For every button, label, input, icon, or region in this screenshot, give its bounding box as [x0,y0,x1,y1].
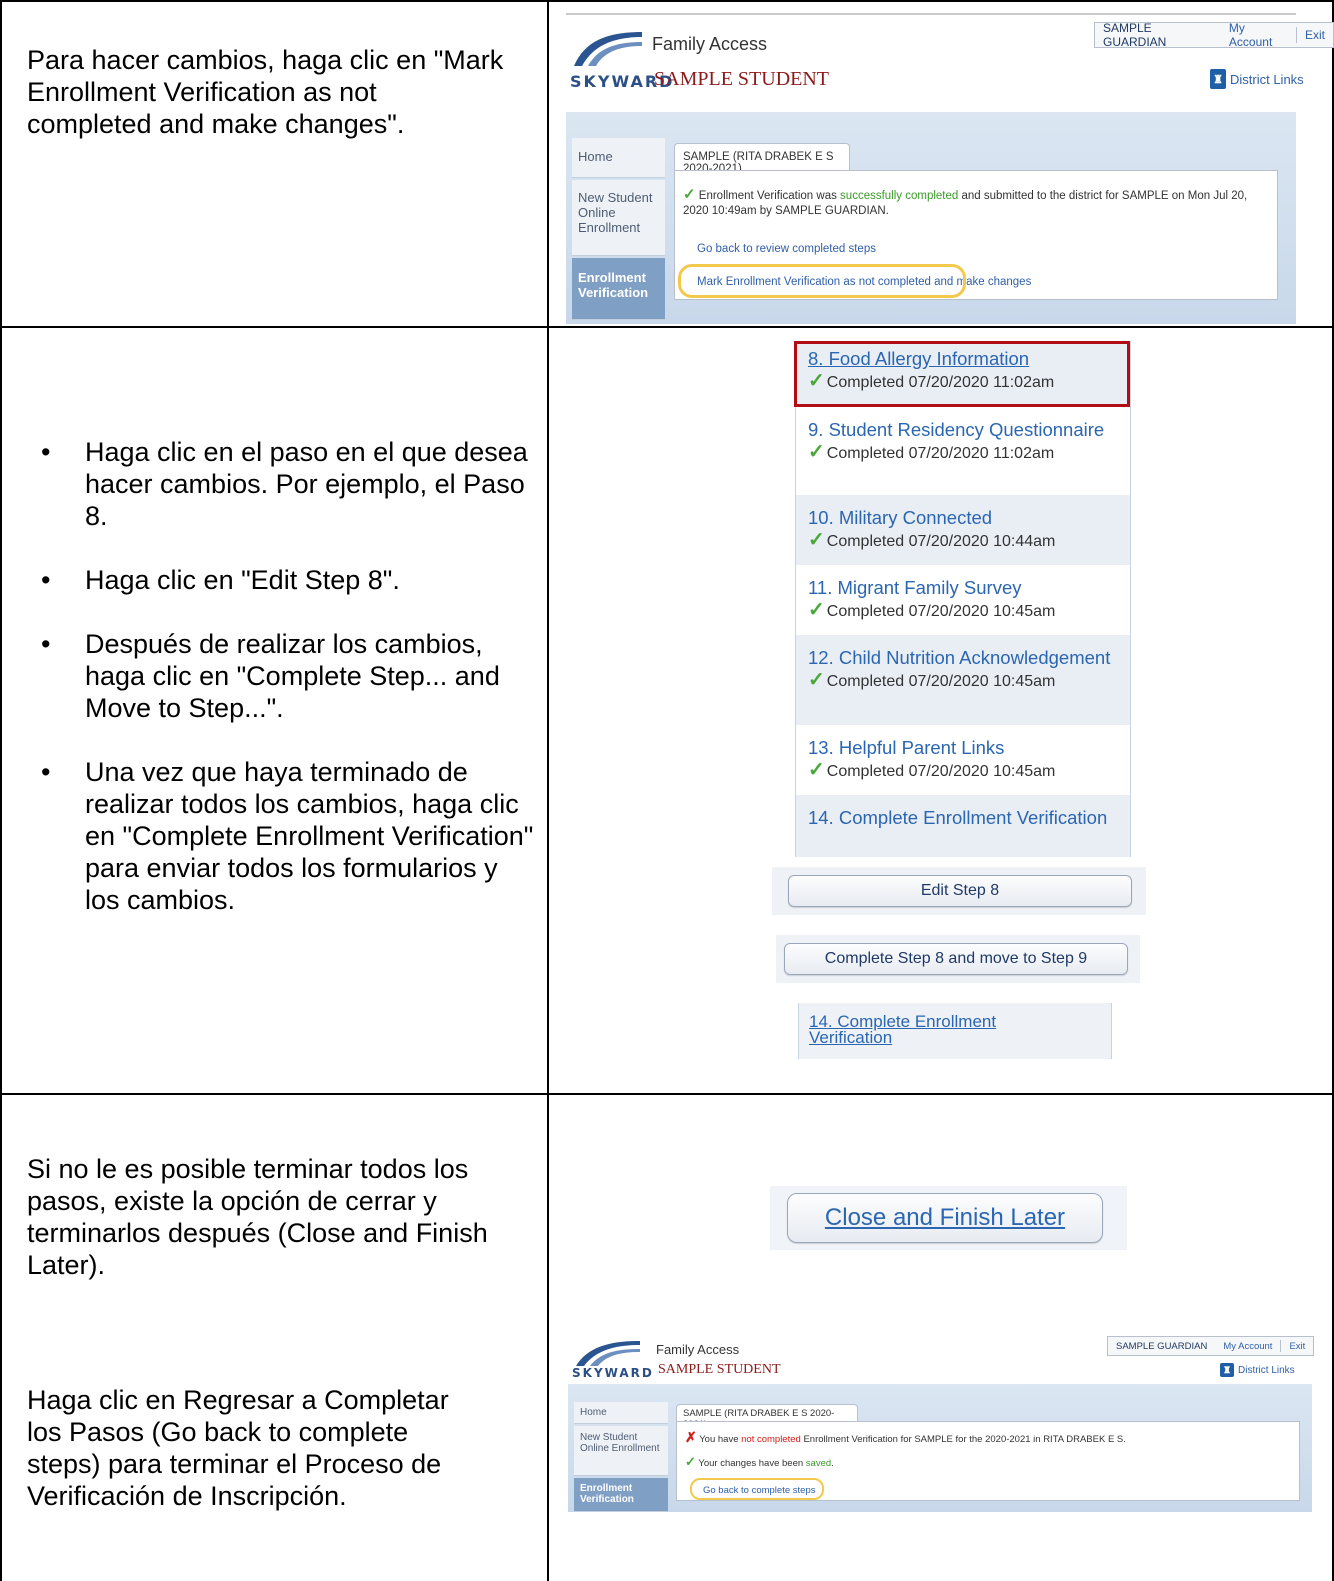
not-completed-message: ✗ You have not completed Enrollment Veri… [685,1430,1291,1447]
selected-step-highlight [794,341,1130,407]
instruction-item-4: Una vez que haya terminado de realizar t… [27,756,537,916]
table-divider-row1 [0,326,1334,328]
skyward-logo-text: SKYWARD [572,1366,654,1380]
sidebar-item-enrollment-verification[interactable]: Enrollment Verification [572,258,665,320]
saved-message: ✓ Your changes have been saved. [685,1455,1291,1471]
instruction-item-2: Haga clic en "Edit Step 8". [27,564,537,596]
guardian-name: SAMPLE GUARDIAN [1116,1340,1208,1352]
complete-step-button[interactable]: Complete Step 8 and move to Step 9 [784,943,1128,975]
edit-button-area: Edit Step 8 [772,867,1146,915]
my-account-link[interactable]: My Account [1215,1341,1280,1352]
sidebar-item-new-student[interactable]: New Student Online Enrollment [574,1426,668,1476]
edit-step-button[interactable]: Edit Step 8 [788,875,1132,907]
check-icon: ✓ [808,529,825,551]
district-building-icon: ♜ [1220,1363,1234,1377]
not-completed-word: not completed [741,1434,801,1445]
error-x-icon: ✗ [685,1429,697,1445]
success-prefix: Enrollment Verification was [698,190,841,202]
close-button-area: Close and Finish Later [770,1186,1127,1250]
district-links-label: District Links [1238,1364,1295,1376]
student-tab[interactable]: SAMPLE (RITA DRABEK E S 2020-2021) [676,1404,858,1430]
step-item-14[interactable]: 14. Complete Enrollment Verification [796,795,1130,857]
step-title[interactable]: 9. Student Residency Questionnaire [808,420,1130,439]
account-bar: SAMPLE GUARDIAN My Account Exit [1107,1336,1315,1356]
not-completed-suffix: Enrollment Verification for SAMPLE for t… [800,1434,1126,1445]
check-icon: ✓ [808,669,825,691]
sidebar-item-home[interactable]: Home [574,1402,668,1424]
district-links[interactable]: ♜ District Links [1220,1363,1295,1377]
district-links-label: District Links [1230,71,1304,87]
row3-instructions-2: Haga clic en Regresar a Completar los Pa… [27,1384,467,1512]
table-border-top [0,0,1334,2]
table-divider-row2 [0,1093,1334,1095]
saved-suffix: . [831,1458,834,1469]
saved-prefix: Your changes have been [698,1458,806,1469]
table-divider-vertical [547,0,549,1581]
sidebar-item-home[interactable]: Home [572,138,665,178]
row2-instructions: Haga clic en el paso en el que desea hac… [27,436,537,948]
check-icon: ✓ [808,759,825,781]
district-links[interactable]: ♜ District Links [1210,69,1304,89]
sidebar-item-new-student[interactable]: New Student Online Enrollment [572,180,665,256]
complete-enrollment-link[interactable]: 14. Complete Enrollment Verification [809,1013,1069,1046]
row1-instruction: Para hacer cambios, haga clic en "Mark E… [27,44,507,140]
highlight-oval-go-back [690,1478,824,1500]
sidebar-item-enrollment-verification[interactable]: Enrollment Verification [574,1478,668,1512]
student-name: SAMPLE STUDENT [654,68,830,90]
row1-instruction-text: Para hacer cambios, haga clic en "Mark E… [27,45,504,139]
table-border-left [0,0,2,1581]
my-account-link[interactable]: My Account [1221,21,1296,49]
complete-link-area: 14. Complete Enrollment Verification [798,1003,1112,1059]
success-message: ✓ Enrollment Verification was successful… [683,187,1269,219]
exit-link[interactable]: Exit [1281,1341,1313,1352]
instruction-list: Haga clic en el paso en el que desea hac… [27,436,537,916]
step-item-13[interactable]: 13. Helpful Parent Links ✓ Completed 07/2… [796,725,1130,795]
student-name: SAMPLE STUDENT [658,1362,781,1377]
instruction-item-1: Haga clic en el paso en el que desea hac… [27,436,537,532]
account-bar: SAMPLE GUARDIAN My Account Exit [1094,21,1334,49]
step-status: Completed 07/20/2020 10:45am [826,673,1056,690]
review-steps-link[interactable]: Go back to review completed steps [697,242,876,257]
row3-paragraph-1: Si no le es posible terminar todos los p… [27,1154,488,1280]
step-title[interactable]: 12. Child Nutrition Acknowledgement [808,648,1130,667]
family-access-label: Family Access [652,34,768,54]
skyward-swoosh-icon [576,1341,640,1366]
header-top-line [566,13,1296,15]
step-item-10[interactable]: 10. Military Connected ✓ Completed 07/20/… [796,495,1130,565]
check-icon: ✓ [808,441,825,463]
success-word: successfully completed [840,190,959,202]
close-and-finish-later-label: Close and Finish Later [824,1204,1066,1231]
instruction-item-3: Después de realizar los cambios, haga cl… [27,628,537,724]
step-item-9[interactable]: 9. Student Residency Questionnaire ✓ Comp… [796,407,1130,495]
complete-button-area: Complete Step 8 and move to Step 9 [776,935,1140,983]
step-title[interactable]: 13. Helpful Parent Links [808,738,1130,757]
step-list: 8. Food Allergy Information ✓ Completed 0… [795,341,1131,857]
step-title[interactable]: 10. Military Connected [808,508,1130,527]
row3-paragraph-2: Haga clic en Regresar a Completar los Pa… [27,1385,449,1511]
highlight-oval-mark-link [678,264,966,298]
step-title[interactable]: 14. Complete Enrollment Verification [808,808,1130,827]
saved-word: saved [805,1458,832,1469]
close-and-finish-later-button[interactable]: Close and Finish Later [787,1193,1103,1243]
check-icon: ✓ [683,186,696,203]
student-tab[interactable]: SAMPLE (RITA DRABEK E S 2020-2021) [674,143,850,175]
step-status: Completed 07/20/2020 10:45am [826,603,1056,620]
family-access-label: Family Access [656,1342,740,1357]
step-item-12[interactable]: 12. Child Nutrition Acknowledgement ✓ Com… [796,635,1130,725]
step-status: Completed 07/20/2020 10:45am [826,763,1056,780]
step-title[interactable]: 11. Migrant Family Survey [808,578,1130,597]
row3-instructions: Si no le es posible terminar todos los p… [27,1153,527,1281]
exit-link[interactable]: Exit [1297,28,1333,42]
check-icon: ✓ [808,599,825,621]
skyward-swoosh-icon [574,32,642,66]
check-icon: ✓ [685,1454,696,1469]
not-completed-prefix: You have [699,1434,742,1445]
district-building-icon: ♜ [1210,69,1226,89]
guardian-name: SAMPLE GUARDIAN [1103,21,1167,49]
step-item-11[interactable]: 11. Migrant Family Survey ✓ Completed 07/… [796,565,1130,635]
step-status: Completed 07/20/2020 10:44am [826,533,1056,550]
step-status: Completed 07/20/2020 11:02am [826,445,1055,462]
